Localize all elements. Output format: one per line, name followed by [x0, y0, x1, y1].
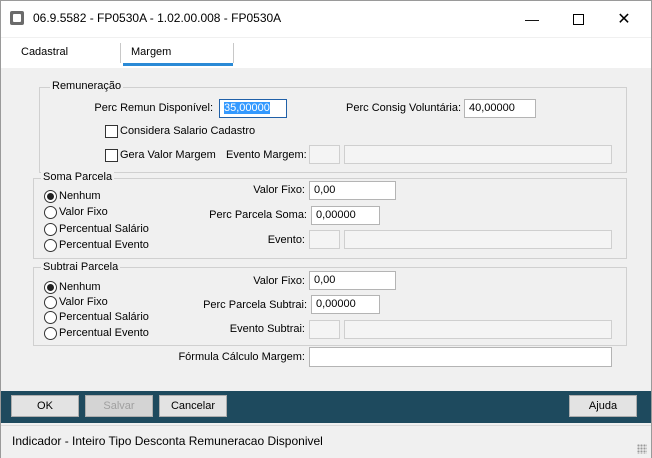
tab-separator: [120, 43, 121, 63]
subtrai-option-label: Percentual Salário: [59, 311, 149, 323]
soma-radio-percentual-evento[interactable]: [44, 239, 57, 252]
soma-option-label: Percentual Salário: [59, 223, 149, 235]
subtrai-valor-fixo-field[interactable]: 0,00: [309, 271, 396, 290]
perc-remun-value: 35,00000: [224, 102, 270, 114]
subtrai-evento-desc-field: [344, 320, 612, 339]
ok-button[interactable]: OK: [11, 395, 79, 417]
formula-label: Fórmula Cálculo Margem:: [178, 351, 305, 363]
tab-separator: [233, 43, 234, 63]
ajuda-button[interactable]: Ajuda: [569, 395, 637, 417]
title-bar: 06.9.5582 - FP0530A - 1.02.00.008 - FP05…: [1, 1, 651, 37]
soma-option-label: Valor Fixo: [59, 206, 108, 218]
subtrai-radio-percentual-evento[interactable]: [44, 327, 57, 340]
subtrai-option-label: Valor Fixo: [59, 296, 108, 308]
soma-option-label: Nenhum: [59, 190, 101, 202]
soma-option-label: Percentual Evento: [59, 239, 149, 251]
subtrai-perc-parcela-field[interactable]: 0,00000: [311, 295, 380, 314]
close-icon: ✕: [617, 11, 631, 28]
minimize-button[interactable]: —: [509, 1, 555, 37]
perc-remun-label: Perc Remun Disponível:: [94, 102, 213, 114]
salvar-button[interactable]: Salvar: [85, 395, 153, 417]
tab-cadastral[interactable]: Cadastral: [21, 38, 101, 66]
perc-consig-field[interactable]: 40,00000: [464, 99, 536, 118]
perc-consig-label: Perc Consig Voluntária:: [346, 102, 461, 114]
soma-radio-nenhum[interactable]: [44, 190, 57, 203]
subtrai-option-label: Percentual Evento: [59, 327, 149, 339]
considera-salario-checkbox[interactable]: [105, 125, 118, 138]
subtrai-evento-label: Evento Subtrai:: [229, 323, 305, 335]
resize-grip-icon[interactable]: [637, 444, 647, 454]
gera-valor-margem-checkbox[interactable]: [105, 149, 118, 162]
considera-salario-label: Considera Salario Cadastro: [120, 125, 256, 137]
maximize-button[interactable]: [555, 1, 601, 37]
dialog-window: 06.9.5582 - FP0530A - 1.02.00.008 - FP05…: [0, 0, 652, 458]
subtrai-evento-code-field[interactable]: [309, 320, 340, 339]
perc-remun-field[interactable]: 35,00000: [219, 99, 287, 118]
status-bar: Indicador - Inteiro Tipo Desconta Remune…: [1, 425, 651, 458]
subtrai-radio-percentual-salario[interactable]: [44, 311, 57, 324]
window-title: 06.9.5582 - FP0530A - 1.02.00.008 - FP05…: [33, 11, 282, 25]
evento-margem-code-field[interactable]: [309, 145, 340, 164]
close-button[interactable]: ✕: [601, 1, 647, 37]
soma-perc-parcela-label: Perc Parcela Soma:: [209, 209, 307, 221]
subtrai-perc-parcela-label: Perc Parcela Subtrai:: [203, 299, 307, 311]
evento-margem-label: Evento Margem:: [226, 149, 307, 161]
group-soma-legend: Soma Parcela: [41, 171, 115, 183]
gera-valor-margem-label: Gera Valor Margem: [120, 149, 216, 161]
tab-margem[interactable]: Margem: [123, 38, 233, 66]
tab-bar: Cadastral Margem: [1, 38, 651, 68]
status-text: Indicador - Inteiro Tipo Desconta Remune…: [12, 434, 323, 448]
cancelar-button[interactable]: Cancelar: [159, 395, 227, 417]
soma-evento-label: Evento:: [267, 234, 305, 246]
minimize-icon: —: [525, 11, 539, 27]
subtrai-radio-valor-fixo[interactable]: [44, 296, 57, 309]
soma-valor-fixo-field[interactable]: 0,00: [309, 181, 396, 200]
formula-field[interactable]: [309, 347, 612, 367]
soma-evento-code-field[interactable]: [309, 230, 340, 249]
soma-perc-parcela-field[interactable]: 0,00000: [311, 206, 380, 225]
subtrai-radio-nenhum[interactable]: [44, 281, 57, 294]
subtrai-option-label: Nenhum: [59, 281, 101, 293]
app-icon: [10, 11, 24, 25]
maximize-icon: [572, 13, 584, 25]
soma-radio-valor-fixo[interactable]: [44, 206, 57, 219]
group-remuneracao-legend: Remuneração: [50, 80, 124, 92]
tab-content-margem: Remuneração Perc Remun Disponível: 35,00…: [1, 68, 651, 389]
button-bar: OK Salvar Cancelar Ajuda: [1, 391, 651, 423]
group-subtrai-legend: Subtrai Parcela: [41, 261, 121, 273]
evento-margem-desc-field: [344, 145, 612, 164]
soma-evento-desc-field: [344, 230, 612, 249]
soma-valor-fixo-label: Valor Fixo:: [253, 184, 305, 196]
subtrai-valor-fixo-label: Valor Fixo:: [253, 275, 305, 287]
soma-radio-percentual-salario[interactable]: [44, 223, 57, 236]
